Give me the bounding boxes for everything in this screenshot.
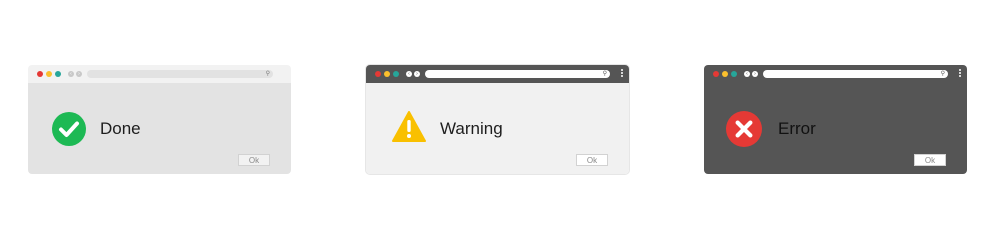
dialog-body: Done Ok [28,83,291,174]
dialog-window-error: ‹ › ⚲ Error Ok [704,65,967,174]
close-dot[interactable] [713,71,719,77]
maximize-dot[interactable] [55,71,61,77]
forward-icon[interactable]: › [76,71,82,77]
dialog-message: Error [778,119,816,138]
minimize-dot[interactable] [384,71,390,77]
back-icon[interactable]: ‹ [744,71,750,77]
ok-button[interactable]: Ok [576,154,608,166]
search-icon[interactable]: ⚲ [266,71,270,77]
more-menu-icon[interactable] [621,69,623,79]
forward-icon[interactable]: › [414,71,420,77]
dialog-body: Warning Ok [366,83,629,174]
close-dot[interactable] [37,71,43,77]
search-icon[interactable]: ⚲ [603,71,607,77]
maximize-dot[interactable] [731,71,737,77]
ok-button[interactable]: Ok [238,154,270,166]
browser-toolbar: ‹ › ⚲ [28,65,291,83]
ok-button[interactable]: Ok [914,154,946,166]
dialog-window-warning: ‹ › ⚲ Warning Ok [366,65,629,174]
address-bar[interactable]: ⚲ [87,70,273,78]
address-bar[interactable]: ⚲ [763,70,948,78]
minimize-dot[interactable] [722,71,728,77]
browser-toolbar: ‹ › ⚲ [366,65,629,83]
back-icon[interactable]: ‹ [406,71,412,77]
maximize-dot[interactable] [393,71,399,77]
address-bar[interactable]: ⚲ [425,70,610,78]
dialog-window-done: ‹ › ⚲ Done Ok [28,65,291,174]
check-circle-icon [52,112,86,146]
dialog-body: Error Ok [704,83,967,174]
search-icon[interactable]: ⚲ [941,71,945,77]
minimize-dot[interactable] [46,71,52,77]
error-x-circle-icon [726,111,762,147]
close-dot[interactable] [375,71,381,77]
back-icon[interactable]: ‹ [68,71,74,77]
more-menu-icon[interactable] [959,69,961,79]
dialog-message: Warning [440,119,503,138]
dialog-message: Done [100,119,141,138]
warning-triangle-icon [392,111,426,142]
forward-icon[interactable]: › [752,71,758,77]
browser-toolbar: ‹ › ⚲ [704,65,967,83]
